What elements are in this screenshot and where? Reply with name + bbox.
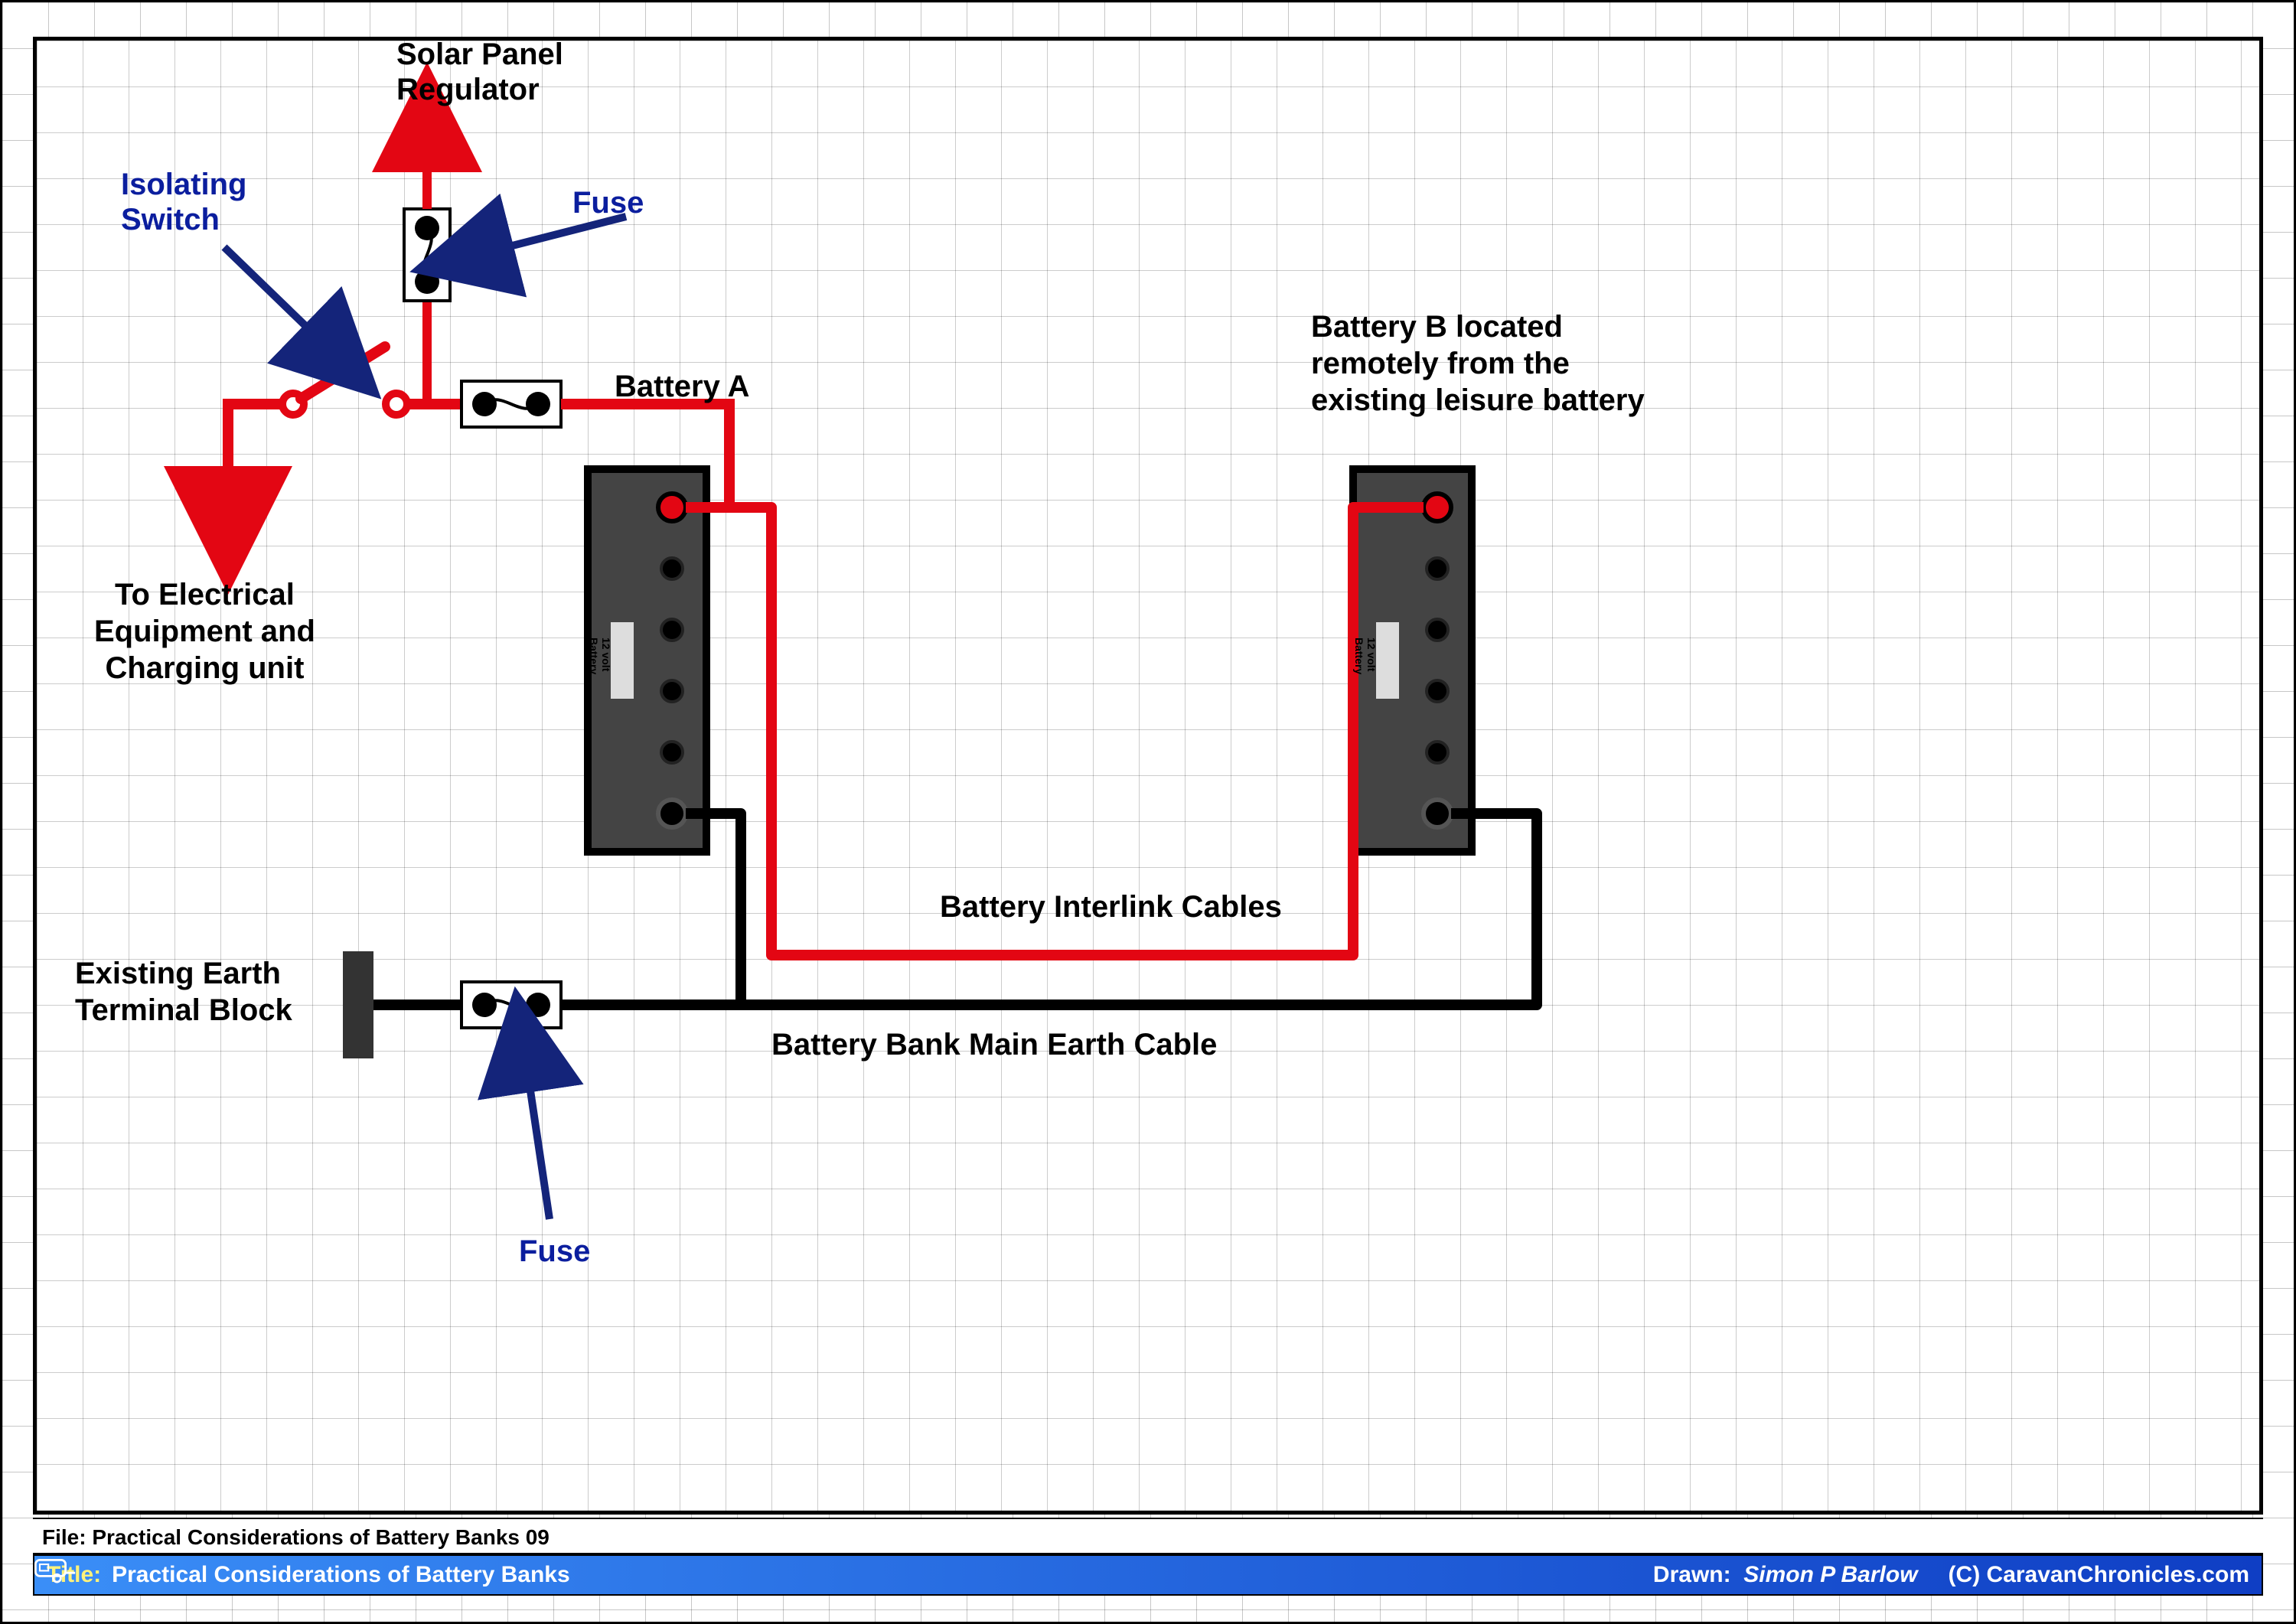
label-interlink: Battery Interlink Cables xyxy=(940,890,1282,925)
caravan-icon xyxy=(34,1556,77,1583)
bat-a-marker-text: 12 volt Battery xyxy=(588,638,612,674)
bat-b-term-4 xyxy=(1427,680,1448,702)
bat-b-term-2 xyxy=(1427,558,1448,579)
bat-b-term-3 xyxy=(1427,619,1448,641)
title-value: Practical Considerations of Battery Bank… xyxy=(112,1562,570,1588)
arrow-isolating-switch xyxy=(224,247,343,362)
bat-b-term-5 xyxy=(1427,742,1448,763)
label-solar-panel-regulator: Solar Panel Regulator xyxy=(396,37,563,107)
arrow-fuse-bottom xyxy=(523,1039,550,1219)
drawn-label: Drawn: xyxy=(1653,1562,1731,1587)
bat-b-marker-text: 12 volt Battery xyxy=(1353,638,1378,674)
arrow-fuse-top xyxy=(461,217,626,259)
label-fuse-bottom: Fuse xyxy=(519,1234,590,1269)
bat-a-term-5 xyxy=(661,742,683,763)
site-text: (C) CaravanChronicles.com xyxy=(1949,1562,2249,1588)
diagram-svg xyxy=(37,41,2272,1519)
bat-a-term-2 xyxy=(661,558,683,579)
bat-a-plate xyxy=(611,622,634,699)
label-battery-a: Battery A xyxy=(615,370,749,404)
diagram-canvas: Solar Panel Regulator Isolating Switch F… xyxy=(33,37,2263,1515)
drawn-value: Simon P Barlow xyxy=(1743,1562,1917,1587)
site-block: (C) CaravanChronicles.com xyxy=(1949,1562,2249,1588)
page-frame: Solar Panel Regulator Isolating Switch F… xyxy=(0,0,2296,1624)
bat-b-term-1 xyxy=(1424,494,1451,521)
switch-arm xyxy=(301,347,385,399)
label-to-electrical: To Electrical Equipment and Charging uni… xyxy=(94,576,315,686)
bat-b-plate xyxy=(1376,622,1399,699)
label-existing-earth: Existing Earth Terminal Block xyxy=(75,955,292,1029)
title-bar: Title: Practical Considerations of Batte… xyxy=(33,1554,2263,1596)
file-line: File: Practical Considerations of Batter… xyxy=(33,1518,2263,1554)
file-line-text: File: Practical Considerations of Batter… xyxy=(42,1525,550,1549)
bat-b-term-6 xyxy=(1424,800,1451,827)
wire-red-interlink xyxy=(686,507,1424,955)
bat-a-term-4 xyxy=(661,680,683,702)
label-isolating-switch: Isolating Switch xyxy=(121,167,246,237)
bat-a-term-1 xyxy=(658,494,686,521)
wire-red-to-equipment xyxy=(228,404,282,530)
label-battery-b: Battery B located remotely from the exis… xyxy=(1311,308,1645,419)
earth-terminal-block xyxy=(343,951,373,1058)
label-main-earth: Battery Bank Main Earth Cable xyxy=(771,1028,1217,1062)
drawn-block: Drawn: Simon P Barlow xyxy=(1653,1562,1918,1588)
label-fuse-top: Fuse xyxy=(572,186,644,220)
switch-terminal-right xyxy=(386,393,407,415)
bat-a-term-3 xyxy=(661,619,683,641)
bat-a-term-6 xyxy=(658,800,686,827)
